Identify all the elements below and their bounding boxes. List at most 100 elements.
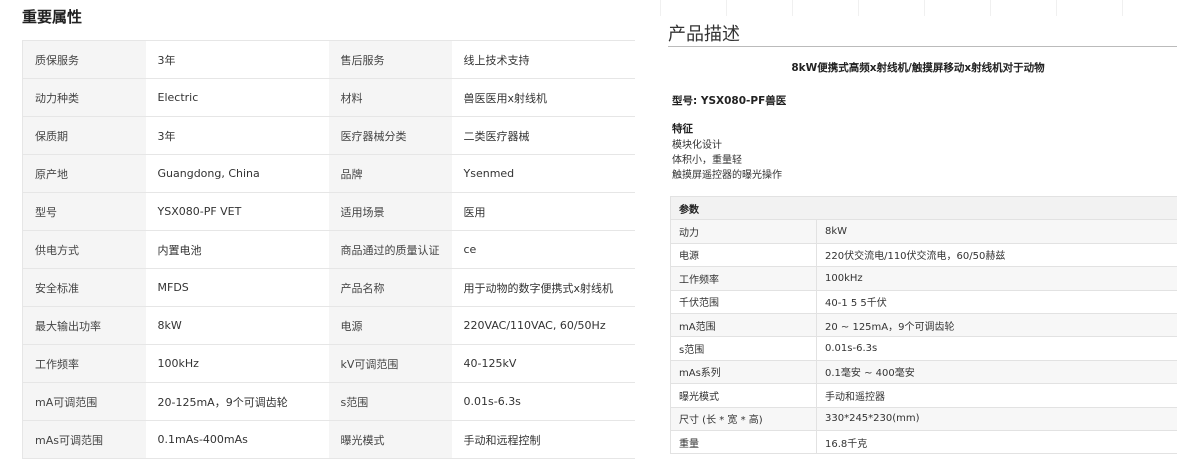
product-heading: 8kW便携式高频x射线机/触摸屏移动x射线机对于动物 (791, 62, 1045, 74)
attribute-value: Ysenmed (451, 154, 635, 193)
title-divider (668, 46, 1177, 47)
parameter-name: mAs系列 (670, 359, 817, 385)
parameter-name: 工作频率 (670, 266, 817, 291)
parameter-row: mA范围 20 ~ 125mA，9个可调齿轮 (670, 312, 1177, 338)
parameter-value: 330*245*230(mm) (816, 406, 1177, 431)
attribute-key: 商品通过的质量认证 (328, 230, 452, 269)
parameter-name: 电源 (670, 242, 817, 268)
attribute-key: 售后服务 (328, 40, 452, 79)
attribute-value: 医用 (451, 192, 635, 231)
attribute-key: 保质期 (22, 116, 146, 155)
attribute-value: MFDS (145, 268, 329, 307)
attribute-row: mA可调范围 20-125mA，9个可调齿轮 s范围 0.01s-6.3s (22, 382, 635, 421)
parameter-name: 千伏范围 (670, 289, 817, 314)
parameter-value: 0.01s-6.3s (816, 336, 1177, 361)
model-line: 型号: YSX080-PF兽医 (672, 95, 787, 107)
attribute-key: 产品名称 (328, 268, 452, 307)
key-attributes-panel: 重要属性 质保服务 3年 售后服务 线上技术支持 动力种类 Electric 材料 兽医医用x… (0, 0, 640, 470)
attribute-value: ce (451, 230, 635, 269)
attributes-table: 质保服务 3年 售后服务 线上技术支持 动力种类 Electric 材料 兽医医用x射线机 保质… (22, 40, 635, 459)
parameter-name: 动力 (670, 219, 817, 244)
attribute-value: 线上技术支持 (451, 40, 635, 79)
parameter-value: 100kHz (816, 266, 1177, 291)
product-description-title: 产品描述 (668, 24, 740, 45)
header-grid-strip (660, 0, 1177, 16)
attribute-row: mAs可调范围 0.1mAs-400mAs 曝光模式 手动和远程控制 (22, 420, 635, 459)
attribute-value: 20-125mA，9个可调齿轮 (145, 382, 329, 421)
attribute-key: 曝光模式 (328, 420, 452, 459)
attribute-value: 100kHz (145, 344, 329, 383)
product-description-panel: 产品描述 8kW便携式高频x射线机/触摸屏移动x射线机对于动物 型号: YSX0… (660, 0, 1177, 470)
parameter-value: 40-1 5 5千伏 (816, 289, 1177, 314)
attribute-row: 供电方式 内置电池 商品通过的质量认证 ce (22, 230, 635, 269)
attribute-value: 0.1mAs-400mAs (145, 420, 329, 459)
attribute-key: 适用场景 (328, 192, 452, 231)
attribute-value: Electric (145, 78, 329, 117)
attribute-key: 动力种类 (22, 78, 146, 117)
attribute-key: 最大输出功率 (22, 306, 146, 345)
attribute-row: 工作频率 100kHz kV可调范围 40-125kV (22, 344, 635, 383)
parameter-name: 尺寸 (长 * 宽 * 高) (670, 406, 817, 431)
attribute-value: 8kW (145, 306, 329, 345)
attribute-row: 型号 YSX080-PF VET 适用场景 医用 (22, 192, 635, 231)
parameter-row: 尺寸 (长 * 宽 * 高) 330*245*230(mm) (670, 406, 1177, 431)
attribute-value: 兽医医用x射线机 (451, 78, 635, 117)
parameter-row: 曝光模式 手动和遥控器 (670, 383, 1177, 408)
parameter-value: 20 ~ 125mA，9个可调齿轮 (816, 312, 1177, 338)
attribute-key: 安全标准 (22, 268, 146, 307)
parameter-row: 千伏范围 40-1 5 5千伏 (670, 289, 1177, 314)
attribute-row: 动力种类 Electric 材料 兽医医用x射线机 (22, 78, 635, 117)
attribute-row: 保质期 3年 医疗器械分类 二类医疗器械 (22, 116, 635, 155)
parameter-row: 工作频率 100kHz (670, 266, 1177, 291)
attribute-key: 原产地 (22, 154, 146, 193)
features-list: 模块化设计 体积小，重量轻 触摸屏遥控器的曝光操作 (672, 138, 782, 183)
attribute-key: s范围 (328, 382, 452, 421)
feature-item: 触摸屏遥控器的曝光操作 (672, 170, 782, 181)
attribute-value: 内置电池 (145, 230, 329, 269)
parameter-value: 16.8千克 (816, 429, 1177, 455)
attribute-row: 原产地 Guangdong, China 品牌 Ysenmed (22, 154, 635, 193)
parameter-row: mAs系列 0.1毫安 ~ 400毫安 (670, 359, 1177, 385)
parameter-row: 动力 8kW (670, 219, 1177, 244)
parameter-row: 重量 16.8千克 (670, 429, 1177, 455)
attribute-value: 手动和远程控制 (451, 420, 635, 459)
parameter-value: 手动和遥控器 (816, 383, 1177, 408)
attribute-key: 型号 (22, 192, 146, 231)
attribute-row: 安全标准 MFDS 产品名称 用于动物的数字便携式x射线机 (22, 268, 635, 307)
parameter-name: s范围 (670, 336, 817, 361)
attribute-key: 电源 (328, 306, 452, 345)
attribute-value: 0.01s-6.3s (451, 382, 635, 421)
attribute-key: 工作频率 (22, 344, 146, 383)
attribute-key: 质保服务 (22, 40, 146, 79)
parameter-value: 220伏交流电/110伏交流电，60/50赫兹 (816, 242, 1177, 268)
attribute-row: 最大输出功率 8kW 电源 220VAC/110VAC, 60/50Hz (22, 306, 635, 345)
parameter-name: mA范围 (670, 312, 817, 338)
attribute-value: Guangdong, China (145, 154, 329, 193)
parameter-name: 曝光模式 (670, 383, 817, 408)
attribute-key: mAs可调范围 (22, 420, 146, 459)
attribute-key: 医疗器械分类 (328, 116, 452, 155)
parameter-row: s范围 0.01s-6.3s (670, 336, 1177, 361)
parameter-value: 0.1毫安 ~ 400毫安 (816, 359, 1177, 385)
attribute-value: 用于动物的数字便携式x射线机 (451, 268, 635, 307)
attribute-value: YSX080-PF VET (145, 192, 329, 231)
feature-item: 体积小，重量轻 (672, 155, 742, 166)
feature-item: 模块化设计 (672, 140, 722, 151)
attribute-value: 二类医疗器械 (451, 116, 635, 155)
parameter-name: 重量 (670, 429, 817, 455)
attribute-key: mA可调范围 (22, 382, 146, 421)
parameter-value: 8kW (816, 219, 1177, 244)
parameters-header: 参数 (670, 195, 1177, 221)
attribute-key: 品牌 (328, 154, 452, 193)
key-attributes-title: 重要属性 (22, 8, 83, 26)
attribute-key: 材料 (328, 78, 452, 117)
attribute-value: 40-125kV (451, 344, 635, 383)
parameters-header-row: 参数 (670, 195, 1177, 221)
parameters-table: 参数 动力 8kW 电源 220伏交流电/110伏交流电，60/50赫兹 工作频率 100… (670, 195, 1177, 455)
attribute-key: 供电方式 (22, 230, 146, 269)
attribute-value: 3年 (145, 40, 329, 79)
attribute-value: 220VAC/110VAC, 60/50Hz (451, 306, 635, 345)
attribute-row: 质保服务 3年 售后服务 线上技术支持 (22, 40, 635, 79)
parameter-row: 电源 220伏交流电/110伏交流电，60/50赫兹 (670, 242, 1177, 268)
features-title: 特征 (672, 123, 693, 135)
